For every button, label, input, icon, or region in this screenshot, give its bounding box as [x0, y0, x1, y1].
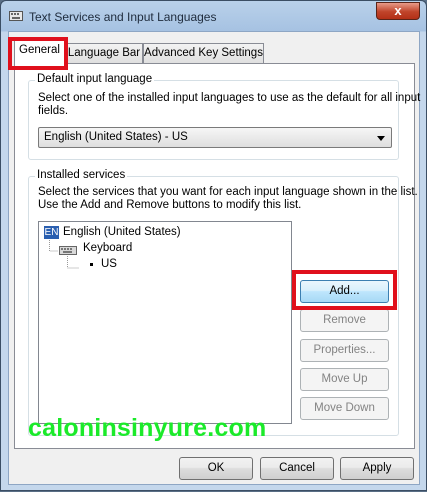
tab-advanced-key-settings[interactable]: Advanced Key Settings — [143, 43, 264, 63]
window-title: Text Services and Input Languages — [29, 10, 217, 24]
dialog-window: Text Services and Input Languages x Gene… — [0, 0, 427, 491]
title-bar[interactable]: Text Services and Input Languages x — [1, 1, 426, 31]
installed-services-tree[interactable]: EN English (United States) Keyboard US — [38, 221, 292, 424]
move-up-button[interactable]: Move Up — [300, 368, 389, 391]
properties-button[interactable]: Properties... — [300, 339, 389, 362]
close-button[interactable]: x — [376, 2, 420, 20]
language-badge: EN — [44, 226, 59, 239]
add-button[interactable]: Add... — [300, 280, 389, 303]
tree-item-us-keyboard[interactable]: US — [101, 258, 117, 271]
chevron-down-icon — [377, 136, 385, 141]
tree-item-keyboard[interactable]: Keyboard — [83, 242, 132, 255]
keyboard-icon — [9, 11, 23, 21]
remove-button[interactable]: Remove — [300, 309, 389, 332]
cancel-button[interactable]: Cancel — [260, 457, 334, 480]
apply-button[interactable]: Apply — [340, 457, 414, 480]
move-down-button[interactable]: Move Down — [300, 397, 389, 420]
tree-item-language[interactable]: English (United States) — [63, 226, 181, 239]
keyboard-icon — [59, 246, 77, 255]
tab-language-bar[interactable]: Language Bar — [65, 43, 143, 63]
default-language-value: English (United States) - US — [44, 131, 188, 143]
ok-button[interactable]: OK — [179, 457, 253, 480]
tab-general[interactable]: General — [14, 40, 65, 64]
default-language-dropdown[interactable]: English (United States) - US — [38, 127, 392, 148]
bullet-icon — [90, 263, 93, 266]
